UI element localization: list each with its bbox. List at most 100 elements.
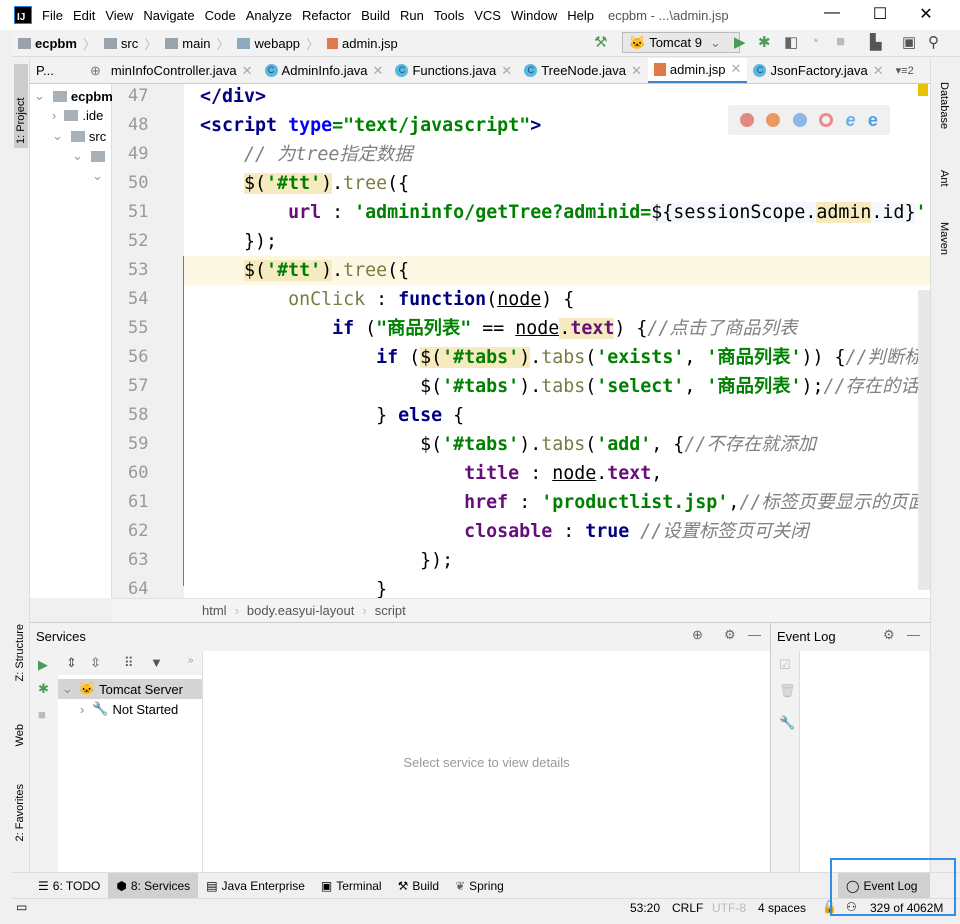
code-line[interactable]: url : 'admininfo/getTree?adminid=${sessi…	[200, 198, 926, 227]
ant-tool-button[interactable]: Ant	[938, 170, 950, 187]
crumb-project[interactable]: ecpbm	[12, 36, 77, 51]
menu-run[interactable]: Run	[400, 8, 424, 23]
project-tool-button[interactable]: 1: Project	[14, 64, 28, 148]
menu-window[interactable]: Window	[511, 8, 557, 23]
wrench-icon[interactable]: 🔧	[779, 715, 795, 731]
menu-view[interactable]: View	[105, 8, 133, 23]
close-tab-icon[interactable]: ✕	[731, 61, 742, 77]
file-encoding[interactable]: UTF-8	[712, 901, 746, 915]
close-tab-icon[interactable]: ✕	[501, 63, 512, 79]
structure-tool-button[interactable]: Z: Structure	[14, 624, 26, 681]
services-tab[interactable]: ⬢ 8: Services	[108, 872, 199, 899]
search-icon[interactable]: ⚲	[928, 33, 939, 51]
run-config-select[interactable]: 🐱 Tomcat 9 ⌄	[622, 32, 740, 53]
project-structure-icon[interactable]: ▙	[870, 33, 882, 51]
run-anything-icon[interactable]: ▣	[902, 33, 916, 51]
breadcrumb-script[interactable]: script	[375, 603, 406, 618]
target-icon[interactable]: ⊕	[692, 627, 703, 643]
editor-scrollbar[interactable]	[918, 290, 930, 590]
tab-admin-jsp[interactable]: admin.jsp ✕	[647, 58, 748, 83]
java-enterprise-tab[interactable]: ▤ Java Enterprise	[198, 873, 313, 899]
stop-icon[interactable]: ■	[38, 707, 46, 722]
tree-item-expander[interactable]: ⌄	[92, 168, 103, 184]
code-line[interactable]: } else {	[200, 401, 464, 430]
tab-admininfo[interactable]: C AdminInfo.java ✕	[259, 58, 390, 83]
profile-icon[interactable]: ◔	[810, 33, 819, 50]
close-tab-icon[interactable]: ✕	[373, 63, 384, 79]
close-button[interactable]: ✕	[916, 4, 936, 24]
breadcrumb-html[interactable]: html	[202, 603, 227, 618]
hide-icon[interactable]: —	[748, 627, 761, 642]
group-icon[interactable]: ⠿	[124, 655, 134, 671]
terminal-tab[interactable]: ▣ Terminal	[313, 873, 390, 899]
code-line[interactable]: // 为tree指定数据	[200, 140, 412, 169]
code-line[interactable]: href : 'productlist.jsp',//标签页要显示的页面	[200, 488, 926, 517]
menu-help[interactable]: Help	[567, 8, 594, 23]
menu-build[interactable]: Build	[361, 8, 390, 23]
coverage-icon[interactable]: ◧	[784, 33, 798, 51]
project-panel-tab[interactable]: P...	[30, 58, 86, 83]
more-icon[interactable]: »	[188, 655, 194, 666]
code-line[interactable]: if ("商品列表" == node.text) {//点击了商品列表	[200, 314, 797, 343]
close-tab-icon[interactable]: ✕	[631, 63, 642, 79]
firefox-icon[interactable]	[766, 113, 781, 127]
favorites-tool-button[interactable]: 2: Favorites	[14, 784, 26, 841]
safari-icon[interactable]	[792, 113, 807, 127]
menu-vcs[interactable]: VCS	[474, 8, 501, 23]
stop-icon[interactable]: ■	[836, 33, 845, 50]
code-line[interactable]: closable : true //设置标签页可关闭	[200, 517, 808, 546]
toggle-tool-windows-icon[interactable]: ▭	[16, 900, 27, 914]
hide-icon[interactable]: —	[907, 627, 920, 642]
filter-icon[interactable]: ▼	[150, 655, 163, 670]
code-line[interactable]: });	[200, 227, 277, 256]
code-line[interactable]: onClick : function(node) {	[200, 285, 574, 314]
crumb-main[interactable]: main	[159, 36, 210, 51]
line-separator[interactable]: CRLF	[672, 901, 703, 915]
tab-overflow-button[interactable]: ▾≡ 2	[890, 58, 920, 83]
run-icon[interactable]: ▶	[734, 33, 746, 51]
menu-code[interactable]: Code	[205, 8, 236, 23]
gear-icon[interactable]: ⚙	[883, 627, 895, 643]
database-tool-button[interactable]: Database	[938, 82, 950, 129]
maximize-button[interactable]: ☐	[870, 4, 890, 24]
mark-read-icon[interactable]: ☑	[779, 657, 791, 673]
close-tab-icon[interactable]: ✕	[873, 63, 884, 79]
build-tab[interactable]: ⚒ Build	[390, 873, 447, 899]
todo-tab[interactable]: ☰ 6: TODO	[30, 873, 108, 899]
crumb-src[interactable]: src	[98, 36, 138, 51]
menu-file[interactable]: File	[42, 8, 63, 23]
crumb-webapp[interactable]: webapp	[231, 36, 300, 51]
tab-treenode[interactable]: C TreeNode.java ✕	[518, 58, 648, 83]
code-line[interactable]: });	[200, 546, 453, 575]
trash-icon[interactable]: 🗑	[779, 683, 796, 699]
indent-setting[interactable]: 4 spaces	[758, 901, 806, 915]
tree-item-not-started[interactable]: › 🔧 Not Started	[80, 701, 178, 717]
menu-edit[interactable]: Edit	[73, 8, 95, 23]
tab-jsonfactory[interactable]: C JsonFactory.java ✕	[747, 58, 889, 83]
tab-functions[interactable]: C Functions.java ✕	[389, 58, 518, 83]
code-line[interactable]: $('#tabs').tabs('add', {//不存在就添加	[200, 430, 816, 459]
code-line[interactable]: if ($('#tabs').tabs('exists', '商品列表')) {…	[200, 343, 922, 372]
code-editor[interactable]: 47 48 49 50 51 52 53 54 55 56 57 58 59 60 61 62 63 64 </d…	[112, 84, 930, 598]
code-line[interactable]: $('#tt').tree({	[200, 256, 409, 285]
code-line[interactable]: title : node.text,	[200, 459, 662, 488]
locate-icon[interactable]: ⊕	[90, 63, 101, 79]
tree-item-main[interactable]: ⌄	[72, 148, 109, 164]
expand-all-icon[interactable]: ⇕	[66, 655, 77, 671]
tab-admininfocontroller[interactable]: minInfoController.java ✕	[105, 58, 259, 83]
debug-icon[interactable]: ✱	[38, 681, 49, 697]
collapse-all-icon[interactable]: ⇳	[90, 655, 101, 671]
inspection-status-icon[interactable]	[918, 84, 928, 96]
tree-item-src[interactable]: ⌄ src	[52, 128, 106, 144]
code-line[interactable]: }	[200, 575, 387, 598]
close-tab-icon[interactable]: ✕	[242, 63, 253, 79]
run-icon[interactable]: ▶	[38, 657, 48, 673]
menu-refactor[interactable]: Refactor	[302, 8, 351, 23]
crumb-file[interactable]: admin.jsp	[321, 36, 398, 51]
opera-icon[interactable]	[819, 113, 834, 127]
caret-position[interactable]: 53:20	[630, 901, 660, 915]
code-line[interactable]: $('#tabs').tabs('select', '商品列表');//存在的话	[200, 372, 919, 401]
chrome-icon[interactable]	[740, 113, 755, 127]
web-tool-button[interactable]: Web	[14, 724, 26, 746]
tree-item-idea[interactable]: › .ide	[52, 108, 103, 123]
